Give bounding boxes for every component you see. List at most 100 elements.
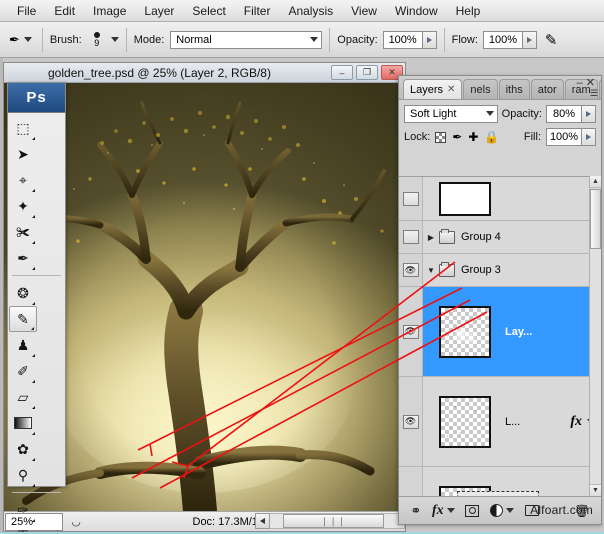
blend-mode-row: Soft Light Opacity: 80% xyxy=(399,100,601,124)
eye-icon[interactable]: 👁 xyxy=(403,415,419,429)
menu-item-filter[interactable]: Filter xyxy=(235,2,280,20)
layer-style-fx-icon[interactable]: fx xyxy=(432,503,455,519)
preview-icon[interactable]: ◡ xyxy=(63,515,89,528)
panel-opacity-control[interactable]: 80% xyxy=(546,105,596,123)
layer-fx-icon[interactable]: fx xyxy=(570,414,582,430)
opacity-slider-button[interactable] xyxy=(423,31,437,49)
tab-layers[interactable]: Layers ✕ xyxy=(403,79,462,99)
layer-name: Group 4 xyxy=(461,231,501,243)
scroll-thumb[interactable]: ❘❘❘ xyxy=(283,514,384,528)
scroll-up-button[interactable]: ▲ xyxy=(590,176,601,188)
tool-dodge[interactable]: ⚲ xyxy=(9,462,37,488)
menu-item-edit[interactable]: Edit xyxy=(45,2,84,20)
table-row[interactable]: 👁 ▼ Group 3 xyxy=(399,254,601,287)
new-adjustment-layer-icon[interactable] xyxy=(490,504,514,517)
flow-input[interactable]: 100% xyxy=(483,31,523,49)
table-row[interactable]: 👁 L... fx xyxy=(399,377,601,467)
tool-healing-brush[interactable]: ❂ xyxy=(9,280,37,306)
table-row[interactable]: 👁 xyxy=(399,177,601,221)
tool-history-brush[interactable]: ✐ xyxy=(9,358,37,384)
blend-mode-select[interactable]: Normal xyxy=(170,31,322,49)
menu-item-help[interactable]: Help xyxy=(447,2,490,20)
tool-lasso[interactable]: ⌖ xyxy=(9,167,37,193)
eye-icon[interactable]: 👁 xyxy=(403,263,419,277)
layer-visibility-cell[interactable]: 👁 xyxy=(399,287,423,376)
layer-visibility-cell[interactable]: 👁 xyxy=(399,377,423,466)
tool-brush[interactable]: ✎ xyxy=(9,306,37,332)
panel-opacity-slider-button[interactable] xyxy=(582,105,596,123)
tool-preset-picker[interactable]: ✒ xyxy=(6,30,35,50)
tool-clone-stamp[interactable]: ♟ xyxy=(9,332,37,358)
layer-blend-mode-select[interactable]: Soft Light xyxy=(404,105,498,123)
tab-channels[interactable]: nels xyxy=(463,79,497,99)
menu-item-select[interactable]: Select xyxy=(183,2,234,20)
menu-item-view[interactable]: View xyxy=(342,2,386,20)
fill-slider-button[interactable] xyxy=(582,128,596,146)
tool-blur[interactable]: ✿ xyxy=(9,436,37,462)
tab-navigator[interactable]: ator xyxy=(531,79,564,99)
tool-gradient[interactable] xyxy=(9,410,37,436)
menu-item-layer[interactable]: Layer xyxy=(135,2,183,20)
flow-control[interactable]: 100% xyxy=(483,31,537,49)
lock-all-icon[interactable]: 🔒 xyxy=(484,130,499,144)
table-row[interactable]: 👁 Lay... xyxy=(399,287,601,377)
lock-transparency-icon[interactable] xyxy=(435,132,446,143)
lock-image-icon[interactable]: ✒ xyxy=(452,130,462,144)
tool-eraser[interactable]: ▱ xyxy=(9,384,37,410)
tool-quick-selection[interactable]: ✦ xyxy=(9,193,37,219)
layer-thumbnail[interactable] xyxy=(439,182,491,216)
menu-bar: File Edit Image Layer Select Filter Anal… xyxy=(0,0,604,22)
layer-visibility-cell[interactable]: 👁 xyxy=(399,467,423,496)
scroll-left-button[interactable] xyxy=(255,513,270,529)
tool-rectangular-marquee[interactable]: ⬚ xyxy=(9,115,37,141)
group-twisty-icon[interactable]: ▼ xyxy=(423,266,439,275)
layer-thumbnail[interactable] xyxy=(439,306,491,358)
menu-item-image[interactable]: Image xyxy=(84,2,135,20)
eye-icon[interactable]: 👁 xyxy=(403,192,419,206)
opacity-control[interactable]: 100% xyxy=(383,31,437,49)
tab-info[interactable]: nfo xyxy=(599,79,601,99)
layer-visibility-cell[interactable]: 👁 xyxy=(399,221,423,253)
fill-control[interactable]: 100% xyxy=(546,128,596,146)
brush-picker-chevron-down-icon[interactable] xyxy=(111,37,119,42)
layer-thumbnail[interactable] xyxy=(439,396,491,448)
flow-slider-button[interactable] xyxy=(523,31,537,49)
layer-list[interactable]: 👁 👁 ▶ Group 4 👁 ▼ Group 3 xyxy=(399,176,601,496)
opacity-input[interactable]: 100% xyxy=(383,31,423,49)
airbrush-icon[interactable]: ✎ xyxy=(545,31,558,49)
layers-vertical-scrollbar[interactable]: ▲ ▼ xyxy=(589,176,601,496)
menu-item-analysis[interactable]: Analysis xyxy=(279,2,342,20)
scroll-down-button[interactable]: ▼ xyxy=(590,484,601,496)
layer-visibility-cell[interactable]: 👁 xyxy=(399,177,423,220)
tab-paths[interactable]: iths xyxy=(499,79,530,99)
panel-opacity-input[interactable]: 80% xyxy=(546,105,582,123)
panel-menu-icon[interactable]: ☰ xyxy=(590,88,598,99)
link-layers-icon[interactable]: ⚭ xyxy=(410,503,421,519)
scroll-thumb[interactable] xyxy=(590,189,601,249)
lock-position-icon[interactable]: ✚ xyxy=(468,130,478,144)
minimize-button[interactable]: – xyxy=(331,65,353,80)
eye-icon[interactable]: 👁 xyxy=(403,325,419,339)
brush-preset-preview[interactable]: 9 xyxy=(88,32,106,47)
menu-item-window[interactable]: Window xyxy=(386,2,447,20)
scroll-track[interactable]: ❘❘❘ xyxy=(270,513,405,529)
tool-slice[interactable]: ✒ xyxy=(9,245,37,271)
tool-pen[interactable]: ✑ xyxy=(9,497,37,523)
group-twisty-icon[interactable]: ▶ xyxy=(423,233,439,242)
tool-move[interactable]: ➤ xyxy=(9,141,37,167)
chevron-down-icon[interactable] xyxy=(24,37,32,42)
delete-layer-icon[interactable]: 🗑 xyxy=(574,504,589,518)
horizontal-scrollbar[interactable]: ❘❘❘ xyxy=(255,511,405,531)
table-row[interactable]: 👁 ▶ Group 4 xyxy=(399,221,601,254)
close-icon[interactable]: ✕ xyxy=(447,84,455,95)
eye-icon[interactable]: 👁 xyxy=(403,230,419,244)
fill-input[interactable]: 100% xyxy=(546,128,582,146)
maximize-button[interactable]: ❐ xyxy=(356,65,378,80)
tool-crop[interactable]: ✀ xyxy=(9,219,37,245)
layer-visibility-cell[interactable]: 👁 xyxy=(399,254,423,286)
panel-minimize-button[interactable]: – xyxy=(577,77,586,89)
document-title-bar[interactable]: golden_tree.psd @ 25% (Layer 2, RGB/8) –… xyxy=(4,63,405,83)
new-group-icon[interactable] xyxy=(525,505,539,516)
add-layer-mask-icon[interactable] xyxy=(465,505,479,517)
menu-item-file[interactable]: File xyxy=(8,2,45,20)
